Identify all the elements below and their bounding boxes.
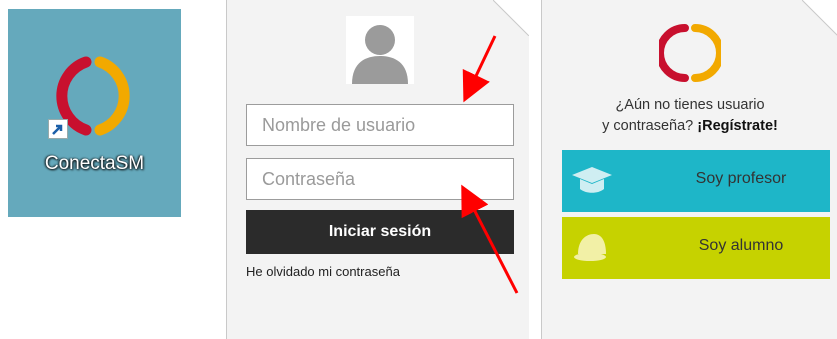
login-panel: Iniciar sesión He olvidado mi contraseña [226, 0, 529, 339]
graduation-cap-icon [572, 167, 612, 193]
baseball-cap-icon [574, 234, 606, 261]
register-link[interactable]: ¡Regístrate! [697, 118, 778, 134]
username-input[interactable] [246, 104, 514, 146]
forgot-password-link[interactable]: He olvidado mi contraseña [246, 264, 400, 279]
prompt-line1: ¿Aún no tienes usuario [615, 97, 765, 113]
corner-fold [802, 0, 837, 36]
teacher-label: Soy profesor [695, 170, 787, 187]
register-prompt: ¿Aún no tienes usuario y contraseña? ¡Re… [542, 95, 837, 137]
student-button[interactable]: Soy alumno [562, 217, 830, 279]
user-avatar-icon [346, 16, 414, 84]
conectasm-logo-icon [659, 24, 721, 82]
shortcut-arrow-icon [48, 119, 68, 139]
shortcut-label: ConectaSM [44, 153, 145, 174]
password-input[interactable] [246, 158, 514, 200]
corner-fold [493, 0, 529, 36]
desktop-shortcut[interactable]: ConectaSM [8, 9, 181, 217]
register-panel: ¿Aún no tienes usuario y contraseña? ¡Re… [541, 0, 837, 339]
student-label: Soy alumno [698, 237, 784, 254]
login-button[interactable]: Iniciar sesión [246, 210, 514, 254]
teacher-button[interactable]: Soy profesor [562, 150, 830, 212]
prompt-line2: y contraseña? [602, 118, 694, 134]
